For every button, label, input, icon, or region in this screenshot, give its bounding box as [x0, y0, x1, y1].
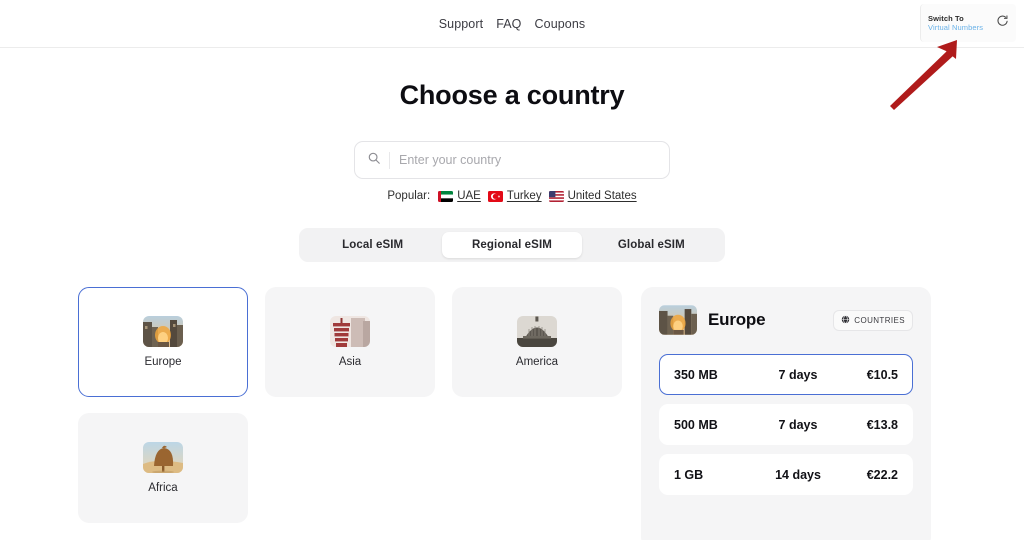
plan-data-amount: 350 MB [674, 367, 718, 382]
region-grid: Europe Asia America Africa [78, 287, 622, 523]
popular-country-turkey-label: Turkey [506, 190, 542, 202]
plan-data-amount: 500 MB [674, 417, 718, 432]
plan-data-amount: 1 GB [674, 467, 704, 482]
region-card-africa[interactable]: Africa [78, 413, 248, 523]
plan-row[interactable]: 1 GB 14 days €22.2 [659, 454, 913, 495]
region-detail-panel: Europe COUNTRIES 350 MB 7 days €10.5 500… [641, 287, 931, 540]
nav-link-support[interactable]: Support [439, 17, 483, 31]
region-card-europe[interactable]: Europe [78, 287, 248, 397]
region-card-asia-label: Asia [338, 356, 362, 368]
switch-text-group: Switch To Virtual Numbers [928, 14, 983, 33]
popular-country-turkey[interactable]: Turkey [487, 190, 542, 202]
popular-countries: Popular: UAE Turkey United States [0, 190, 1024, 202]
esim-type-tabs: Local eSIM Regional eSIM Global eSIM [0, 228, 1024, 262]
search-section [0, 141, 1024, 179]
plan-row[interactable]: 350 MB 7 days €10.5 [659, 354, 913, 395]
africa-thumbnail-image [143, 442, 183, 473]
tab-global-esim[interactable]: Global eSIM [582, 232, 721, 258]
tabs-container: Local eSIM Regional eSIM Global eSIM [299, 228, 725, 262]
plan-row[interactable]: 500 MB 7 days €13.8 [659, 404, 913, 445]
search-icon [367, 151, 381, 170]
turkey-flag-icon [487, 190, 503, 202]
plan-duration: 7 days [778, 417, 818, 432]
tab-regional-esim[interactable]: Regional eSIM [442, 232, 582, 258]
region-detail-title: Europe [708, 310, 766, 329]
tab-local-esim[interactable]: Local eSIM [303, 232, 442, 258]
search-divider [389, 151, 390, 169]
region-card-africa-label: Africa [148, 482, 178, 494]
nav-link-faq[interactable]: FAQ [496, 17, 521, 31]
switch-top-label: Switch To [928, 13, 964, 23]
page-title: Choose a country [399, 80, 625, 110]
nav-link-coupons[interactable]: Coupons [535, 17, 586, 31]
main-content: Europe Asia America Africa Europe COUNTR… [0, 287, 1024, 540]
plan-list: 350 MB 7 days €10.5 500 MB 7 days €13.8 … [659, 354, 913, 495]
globe-icon [841, 314, 850, 326]
popular-country-united-states[interactable]: United States [548, 190, 637, 202]
countries-badge[interactable]: COUNTRIES [833, 309, 913, 331]
switch-sub-label: Virtual Numbers [928, 23, 984, 32]
america-thumbnail-image [517, 316, 557, 347]
popular-country-united-states-label: United States [567, 190, 637, 202]
header-nav: Support FAQ Coupons [0, 0, 1024, 48]
popular-country-uae-label: UAE [457, 190, 481, 202]
search-input[interactable] [399, 153, 657, 167]
united-states-flag-icon [548, 190, 564, 202]
region-card-asia[interactable]: Asia [265, 287, 435, 397]
popular-country-uae[interactable]: UAE [438, 190, 481, 202]
plan-price: €10.5 [866, 367, 898, 382]
countries-badge-label: COUNTRIES [854, 315, 905, 325]
plan-duration: 14 days [775, 467, 821, 482]
europe-thumbnail-image [143, 316, 183, 347]
plan-price: €13.8 [866, 417, 898, 432]
uae-flag-icon [438, 190, 454, 202]
popular-label: Popular: [387, 190, 431, 202]
plan-price: €22.2 [866, 467, 898, 482]
search-box[interactable] [354, 141, 670, 179]
asia-thumbnail-image [330, 316, 370, 347]
refresh-swap-icon [996, 14, 1009, 32]
switch-to-virtual-numbers-button[interactable]: Switch To Virtual Numbers [920, 4, 1016, 42]
europe-detail-thumbnail-image [659, 305, 697, 335]
region-card-america[interactable]: America [452, 287, 622, 397]
region-card-america-label: America [515, 356, 559, 368]
region-card-europe-label: Europe [144, 356, 182, 368]
site-header: Support FAQ Coupons Switch To Virtual Nu… [0, 0, 1024, 48]
region-detail-header: Europe COUNTRIES [659, 305, 913, 335]
plan-duration: 7 days [778, 367, 818, 382]
